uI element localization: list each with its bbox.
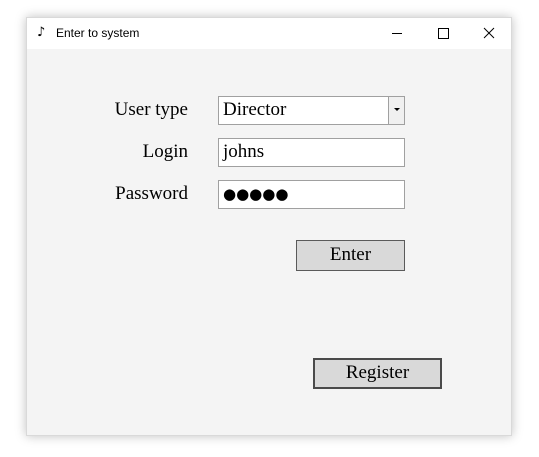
dropdown-button[interactable] [388,97,404,124]
close-icon [483,27,495,39]
maximize-icon [438,28,449,39]
minimize-icon [392,33,402,34]
minimize-button[interactable] [374,18,420,49]
maximize-button[interactable] [420,18,466,49]
user-type-label: User type [114,99,188,120]
login-input[interactable]: johns [218,138,405,167]
password-input[interactable]: ●●●●● [218,180,405,209]
password-label: Password [115,183,188,204]
user-type-value: Director [223,99,287,120]
close-button[interactable] [466,18,512,49]
register-button[interactable]: Register [313,358,442,389]
enter-button[interactable]: Enter [296,240,405,271]
login-window: ♪ Enter to system User type Director Log… [26,17,512,436]
title-bar[interactable]: ♪ Enter to system [27,18,511,49]
window-title: Enter to system [56,26,140,40]
music-note-icon: ♪ [37,25,46,40]
chevron-down-icon [394,108,400,111]
login-label: Login [142,141,188,162]
user-type-select[interactable]: Director [218,96,405,125]
